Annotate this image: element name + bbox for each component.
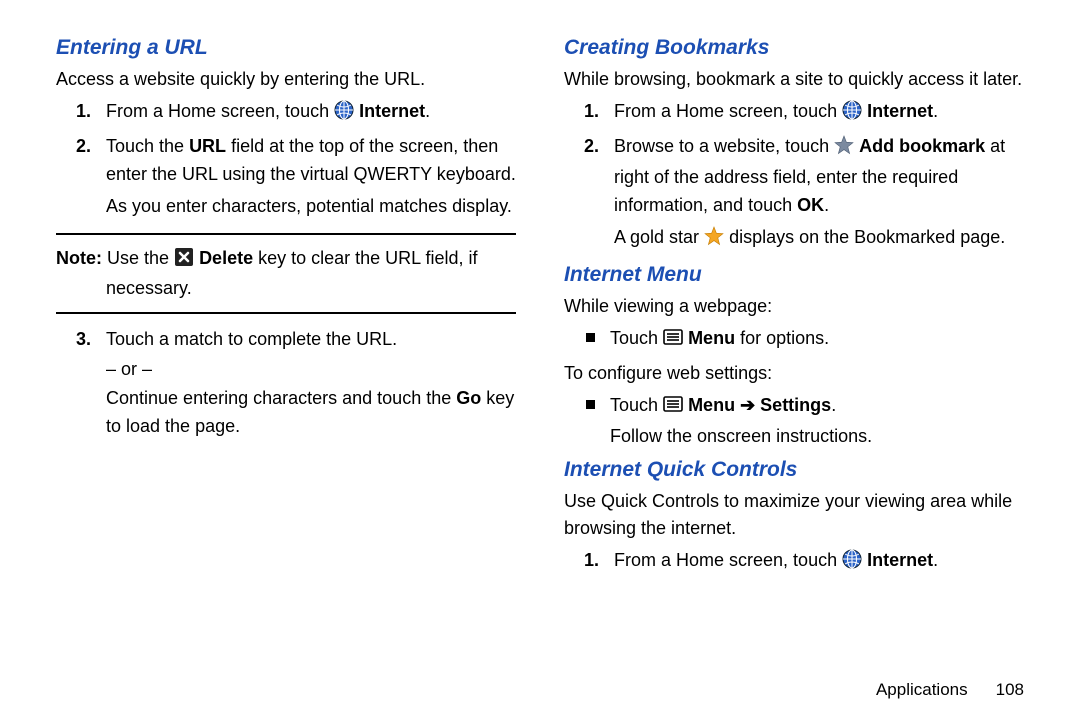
footer-section: Applications bbox=[876, 680, 968, 699]
globe-icon bbox=[842, 100, 862, 129]
note-lead: Note: bbox=[56, 248, 102, 268]
step-2: 2. Browse to a website, touch Add bookma… bbox=[568, 133, 1024, 255]
step-number: 1. bbox=[76, 98, 91, 126]
right-column: Creating Bookmarks While browsing, bookm… bbox=[564, 28, 1024, 581]
internet-label: Internet bbox=[359, 101, 425, 121]
menu-icon bbox=[663, 394, 683, 423]
section-heading-creating-bookmarks: Creating Bookmarks bbox=[564, 36, 1024, 60]
step-1: 1. From a Home screen, touch Internet. bbox=[568, 98, 1024, 129]
two-column-layout: Entering a URL Access a website quickly … bbox=[56, 28, 1024, 581]
rule-bottom bbox=[56, 312, 516, 314]
step-text: From a Home screen, touch bbox=[614, 550, 842, 570]
intro-text: Access a website quickly by entering the… bbox=[56, 66, 516, 92]
steps-list: 1. From a Home screen, touch Internet. 2… bbox=[56, 98, 516, 221]
step-number: 1. bbox=[584, 98, 599, 126]
steps-list: 1. From a Home screen, touch Internet. 2… bbox=[564, 98, 1024, 254]
step-text: Continue entering characters and touch t… bbox=[106, 388, 456, 408]
step-text: Browse to a website, touch bbox=[614, 136, 834, 156]
bullet-item: Touch Menu for options. bbox=[564, 325, 1024, 356]
bullet-sub: Follow the onscreen instructions. bbox=[610, 423, 1024, 451]
period: . bbox=[933, 550, 938, 570]
internet-label: Internet bbox=[867, 101, 933, 121]
or-divider: – or – bbox=[106, 356, 516, 384]
arrow-icon: ➔ bbox=[740, 395, 760, 415]
left-column: Entering a URL Access a website quickly … bbox=[56, 28, 516, 581]
intro-text: While browsing, bookmark a site to quick… bbox=[564, 66, 1024, 92]
step-text: From a Home screen, touch bbox=[106, 101, 334, 121]
steps-list-continued: 3. Touch a match to complete the URL. – … bbox=[56, 326, 516, 442]
period: . bbox=[933, 101, 938, 121]
menu-icon bbox=[663, 327, 683, 356]
step-aside: displays on the Bookmarked page. bbox=[729, 227, 1005, 247]
note-text-a: Use the bbox=[102, 248, 174, 268]
note-block: Note: Use the Delete key to clear the UR… bbox=[56, 233, 516, 314]
globe-icon bbox=[334, 100, 354, 129]
step-aside: As you enter characters, potential match… bbox=[106, 196, 512, 216]
note-text-d: necessary. bbox=[56, 275, 516, 302]
step-number: 2. bbox=[584, 133, 599, 161]
step-text: Touch the bbox=[106, 136, 189, 156]
url-label: URL bbox=[189, 136, 226, 156]
ok-label: OK bbox=[797, 195, 824, 215]
bullet-item: Touch Menu ➔ Settings. Follow the onscre… bbox=[564, 392, 1024, 451]
step-number: 2. bbox=[76, 133, 91, 161]
step-3: 3. Touch a match to complete the URL. – … bbox=[60, 326, 516, 442]
step-1: 1. From a Home screen, touch Internet. bbox=[60, 98, 516, 129]
intro-text: While viewing a webpage: bbox=[564, 293, 1024, 319]
period: . bbox=[425, 101, 430, 121]
period: . bbox=[824, 195, 829, 215]
internet-label: Internet bbox=[867, 550, 933, 570]
star-grey-icon bbox=[834, 135, 854, 164]
bullet-list: Touch Menu ➔ Settings. Follow the onscre… bbox=[564, 392, 1024, 451]
page-footer: Applications 108 bbox=[876, 680, 1024, 700]
note-text: Note: Use the Delete key to clear the UR… bbox=[56, 241, 516, 306]
section-heading-entering-url: Entering a URL bbox=[56, 36, 516, 60]
step-2: 2. Touch the URL field at the top of the… bbox=[60, 133, 516, 221]
menu-label: Menu bbox=[688, 395, 735, 415]
note-text-c: key to clear the URL field, if bbox=[253, 248, 477, 268]
settings-label: Settings bbox=[760, 395, 831, 415]
bullet-text: Touch bbox=[610, 328, 663, 348]
delete-label: Delete bbox=[199, 248, 253, 268]
step-number: 1. bbox=[584, 547, 599, 575]
step-text: From a Home screen, touch bbox=[614, 101, 842, 121]
step-text: Touch a match to complete the URL. bbox=[106, 329, 397, 349]
rule-top bbox=[56, 233, 516, 235]
step-aside: A gold star bbox=[614, 227, 704, 247]
steps-list: 1. From a Home screen, touch Internet. bbox=[564, 547, 1024, 578]
intro-text: Use Quick Controls to maximize your view… bbox=[564, 488, 1024, 540]
bullet-text: Touch bbox=[610, 395, 663, 415]
manual-page: Entering a URL Access a website quickly … bbox=[0, 0, 1080, 720]
globe-icon bbox=[842, 549, 862, 578]
star-gold-icon bbox=[704, 226, 724, 255]
section-heading-internet-quick-controls: Internet Quick Controls bbox=[564, 458, 1024, 482]
section-heading-internet-menu: Internet Menu bbox=[564, 263, 1024, 287]
footer-page-number: 108 bbox=[996, 680, 1024, 699]
step-number: 3. bbox=[76, 326, 91, 354]
go-label: Go bbox=[456, 388, 481, 408]
bullet-text: for options. bbox=[735, 328, 829, 348]
add-bookmark-label: Add bookmark bbox=[859, 136, 985, 156]
period: . bbox=[831, 395, 836, 415]
menu-label: Menu bbox=[688, 328, 735, 348]
bullet-list: Touch Menu for options. bbox=[564, 325, 1024, 356]
intro-text: To configure web settings: bbox=[564, 360, 1024, 386]
delete-x-icon bbox=[174, 247, 194, 275]
step-1: 1. From a Home screen, touch Internet. bbox=[568, 547, 1024, 578]
